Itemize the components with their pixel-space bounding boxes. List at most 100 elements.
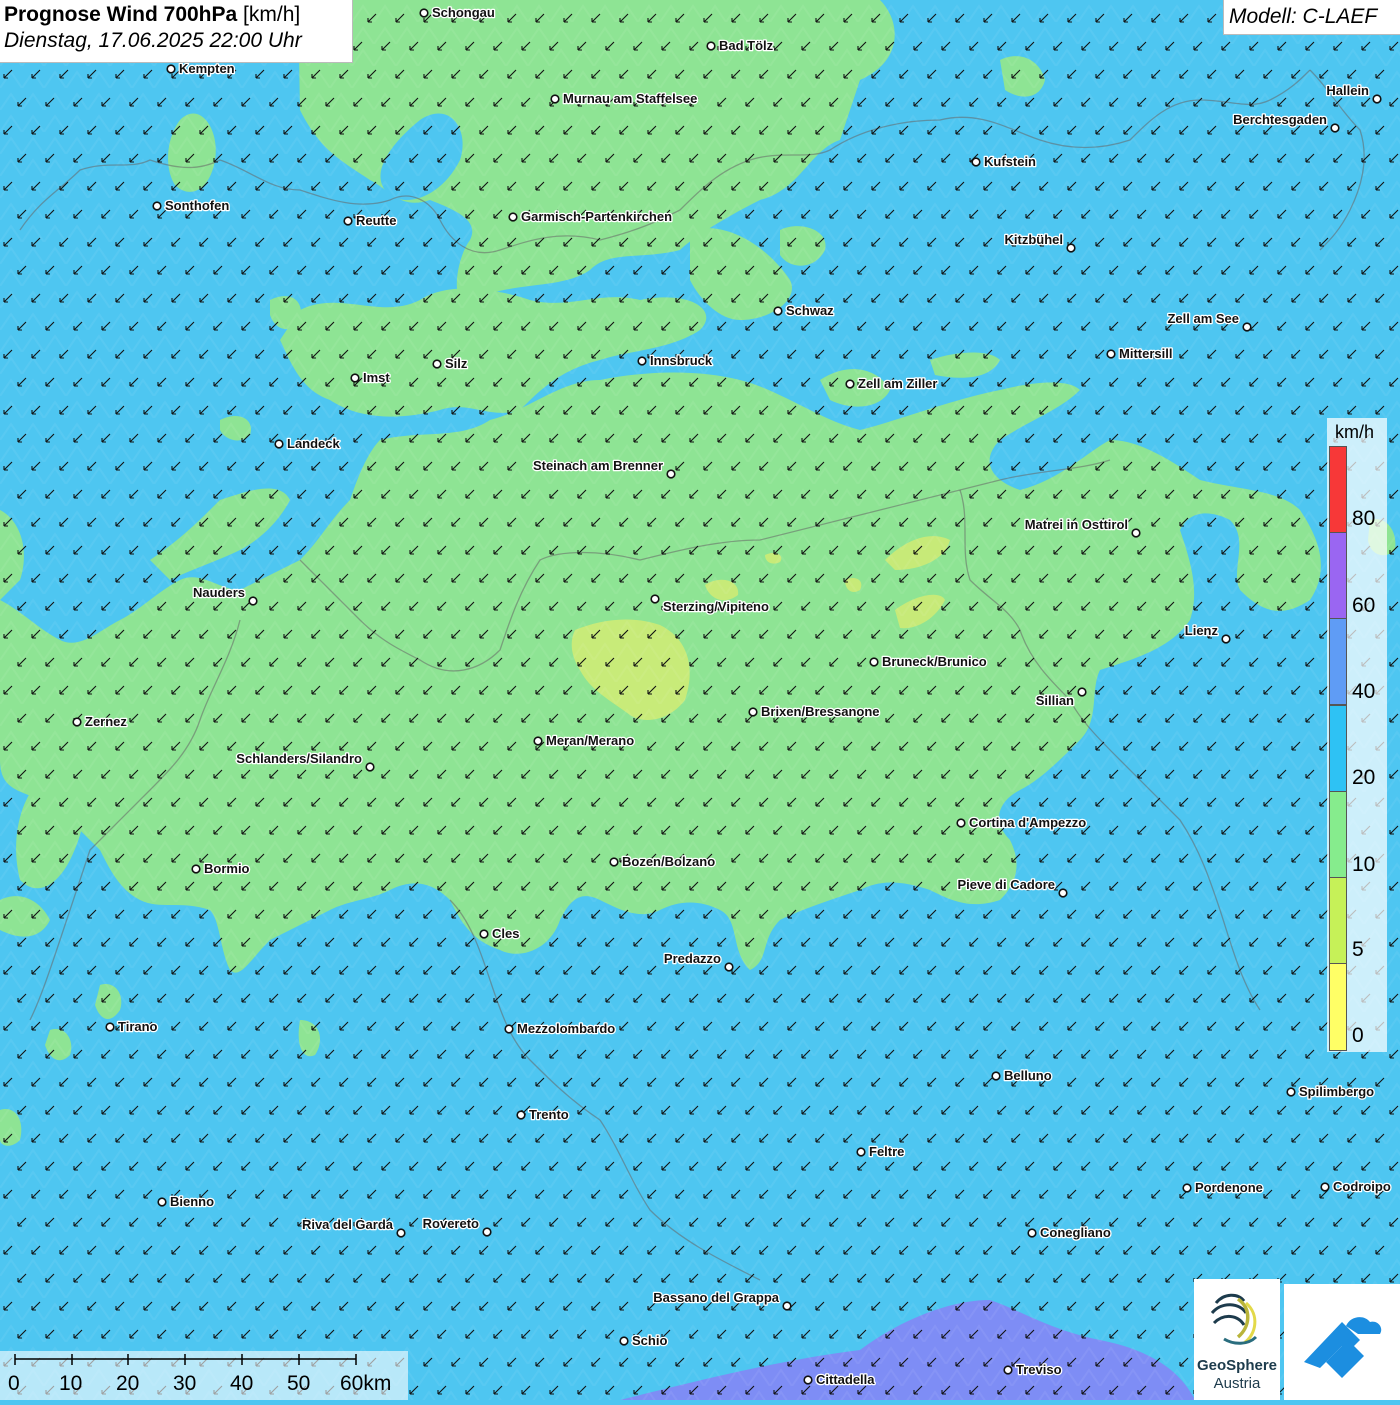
city-dot-icon xyxy=(1003,1365,1013,1375)
city-marker[interactable]: Spilimbergo xyxy=(1286,1083,1375,1100)
city-dot-icon xyxy=(1372,94,1382,104)
city-dot-icon xyxy=(856,1147,866,1157)
city-marker[interactable]: Pordenone xyxy=(1182,1179,1264,1196)
city-dot-icon xyxy=(533,736,543,746)
city-label: Reutte xyxy=(356,213,396,228)
city-marker[interactable]: Garmisch-Partenkirchen xyxy=(508,208,673,225)
city-label: Cortina d'Ampezzo xyxy=(969,815,1086,830)
map-title-bold: Prognose Wind 700hPa xyxy=(4,3,238,26)
legend-label-5: 5 xyxy=(1352,938,1364,961)
weather-app-logo[interactable] xyxy=(1284,1284,1400,1400)
geosphere-logo-sub: Austria xyxy=(1213,1375,1261,1392)
city-dot-icon xyxy=(971,157,981,167)
city-dot-icon xyxy=(1286,1087,1296,1097)
color-legend: km/h 80 60 40 20 10 5 0 xyxy=(1327,418,1387,1052)
scale-label-0: 0 xyxy=(8,1372,20,1395)
city-label: Nauders xyxy=(193,585,245,600)
city-marker[interactable]: Innsbruck xyxy=(637,352,714,369)
legend-bin-5 xyxy=(1329,877,1347,964)
city-dot-icon xyxy=(706,41,716,51)
map-title: Prognose Wind 700hPa [km/h] xyxy=(4,3,352,27)
city-dot-icon xyxy=(845,379,855,389)
city-dot-icon xyxy=(782,1301,792,1311)
city-dot-icon xyxy=(396,1228,406,1238)
city-label: Bozen/Bolzano xyxy=(622,854,715,869)
city-dot-icon xyxy=(1027,1228,1037,1238)
city-dot-icon xyxy=(773,306,783,316)
wind-map[interactable]: Schongau Bad Tölz Kempten Murnau am Staffel… xyxy=(0,0,1400,1400)
city-label: Belluno xyxy=(1004,1068,1052,1083)
geosphere-logo-name: GeoSphere xyxy=(1196,1357,1278,1374)
city-dot-icon xyxy=(1182,1183,1192,1193)
city-label: Landeck xyxy=(287,436,341,451)
city-label: Bad Tölz xyxy=(719,38,774,53)
legend-label-80: 80 xyxy=(1352,507,1376,530)
city-label: Kufstein xyxy=(984,154,1036,169)
city-dot-icon xyxy=(1320,1182,1330,1192)
city-marker[interactable]: Cortina d'Ampezzo xyxy=(956,814,1088,831)
city-dot-icon xyxy=(191,864,201,874)
scale-bar-ticks xyxy=(14,1354,357,1365)
city-label: Bormio xyxy=(204,861,250,876)
scale-bar: 0 10 20 30 40 50 60km xyxy=(0,1351,408,1400)
city-label: Cles xyxy=(492,926,519,941)
city-dot-icon xyxy=(105,1022,115,1032)
city-label: Sonthofen xyxy=(165,198,229,213)
city-marker[interactable]: Sonthofen xyxy=(152,197,231,214)
city-dot-icon xyxy=(516,1110,526,1120)
city-dot-icon xyxy=(504,1024,514,1034)
city-marker[interactable]: Brixen/Bressanone xyxy=(748,703,881,720)
map-title-unit: [km/h] xyxy=(243,3,301,26)
city-dot-icon xyxy=(1221,634,1231,644)
city-label: Bruneck/Brunico xyxy=(882,654,987,669)
city-label: Meran/Merano xyxy=(546,733,634,748)
city-dot-icon xyxy=(869,657,879,667)
city-dot-icon xyxy=(637,356,647,366)
city-dot-icon xyxy=(991,1071,1001,1081)
city-label: Feltre xyxy=(869,1144,904,1159)
legend-bin-0 xyxy=(1329,963,1347,1051)
city-marker[interactable]: Bruneck/Brunico xyxy=(869,653,988,670)
city-marker[interactable]: Meran/Merano xyxy=(533,732,635,749)
city-marker[interactable]: Conegliano xyxy=(1027,1224,1112,1241)
city-dot-icon xyxy=(1106,349,1116,359)
city-dot-icon xyxy=(343,216,353,226)
city-dot-icon xyxy=(724,962,734,972)
city-label: Treviso xyxy=(1016,1362,1062,1377)
city-marker[interactable]: Zell am Ziller xyxy=(845,375,939,392)
city-label: Spilimbergo xyxy=(1299,1084,1374,1099)
city-label: Pordenone xyxy=(1195,1180,1263,1195)
city-label: Schlanders/Silandro xyxy=(236,751,362,766)
city-label: Kitzbühel xyxy=(1005,232,1064,247)
city-label: Riva del Garda xyxy=(302,1217,394,1232)
city-dot-icon xyxy=(152,201,162,211)
city-marker[interactable]: Mezzolombardo xyxy=(504,1020,617,1037)
city-label: Lienz xyxy=(1185,623,1219,638)
city-label: Imst xyxy=(363,370,390,385)
city-label: Conegliano xyxy=(1040,1225,1111,1240)
legend-bin-80 xyxy=(1329,446,1347,533)
city-dot-icon xyxy=(609,857,619,867)
city-label: Murnau am Staffelsee xyxy=(563,91,697,106)
city-label: Rovereto xyxy=(423,1216,479,1231)
city-dot-icon xyxy=(508,212,518,222)
city-dot-icon xyxy=(419,8,429,18)
city-marker[interactable]: Schongau xyxy=(419,4,496,21)
scale-label-50: 50 xyxy=(287,1372,311,1395)
city-label: Bienno xyxy=(170,1194,214,1209)
city-dot-icon xyxy=(432,359,442,369)
city-dot-icon xyxy=(1077,687,1087,697)
legend-bin-40 xyxy=(1329,618,1347,705)
scale-label-30: 30 xyxy=(173,1372,197,1395)
city-label: Codroipo xyxy=(1333,1179,1391,1194)
city-dot-icon xyxy=(248,596,258,606)
mountain-cloud-icon xyxy=(1304,1317,1382,1378)
city-label: Tirano xyxy=(118,1019,158,1034)
city-label: Cittadella xyxy=(816,1372,875,1387)
city-marker[interactable]: Murnau am Staffelsee xyxy=(550,90,699,107)
city-dot-icon xyxy=(550,94,560,104)
geosphere-logo[interactable]: GeoSphere Austria xyxy=(1194,1279,1280,1400)
city-label: Pieve di Cadore xyxy=(957,877,1055,892)
city-marker[interactable]: Bozen/Bolzano xyxy=(609,853,717,870)
city-marker[interactable]: Sterzing/Vipiteno xyxy=(650,594,770,615)
